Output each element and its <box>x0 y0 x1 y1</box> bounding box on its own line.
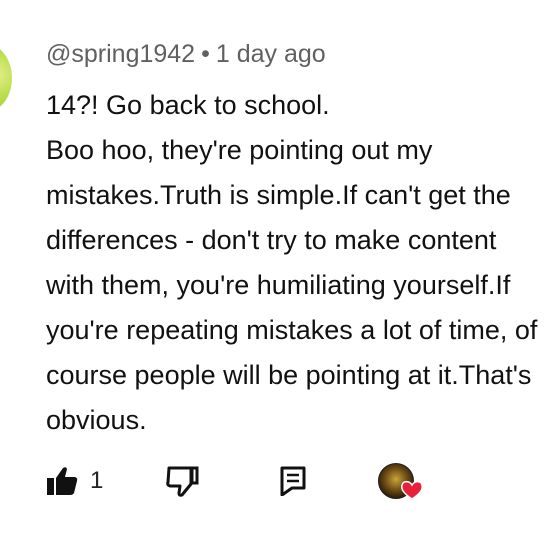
comment-text: 14?! Go back to school. Boo hoo, they're… <box>46 83 560 443</box>
author-avatar[interactable] <box>0 44 12 112</box>
comment-actions: 1 <box>0 460 560 504</box>
reply-button[interactable] <box>280 466 306 496</box>
comment-time[interactable]: 1 day ago <box>216 40 326 68</box>
heart-icon <box>401 480 423 500</box>
comment-line: mistakes.Truth is simple.If can't get th… <box>46 180 511 210</box>
comment-line: obvious. <box>46 405 147 435</box>
comment: @spring1942 • 1 day ago 14?! Go back to sc… <box>0 0 560 560</box>
dislike-button[interactable] <box>165 465 199 497</box>
thumbs-up-icon <box>47 467 78 495</box>
meta-separator: • <box>201 40 210 68</box>
author-handle[interactable]: @spring1942 <box>46 40 195 68</box>
reply-icon <box>280 466 306 496</box>
comment-line: you're repeating mistakes a lot of time,… <box>46 315 538 345</box>
creator-heart-badge <box>378 463 426 503</box>
comment-meta: @spring1942 • 1 day ago <box>46 40 326 69</box>
creator-heart[interactable] <box>378 463 426 503</box>
comment-line: differences - don't try to make content <box>46 225 497 255</box>
like-count: 1 <box>90 467 104 494</box>
comment-line: course people will be pointing at it.Tha… <box>46 360 532 390</box>
like-button[interactable]: 1 <box>46 466 103 496</box>
thumbs-down-icon <box>166 466 199 497</box>
comment-line: 14?! Go back to school. <box>46 90 330 120</box>
comment-line: with them, you're humiliating yourself.I… <box>46 270 511 300</box>
comment-line: Boo hoo, they're pointing out my <box>46 135 433 165</box>
